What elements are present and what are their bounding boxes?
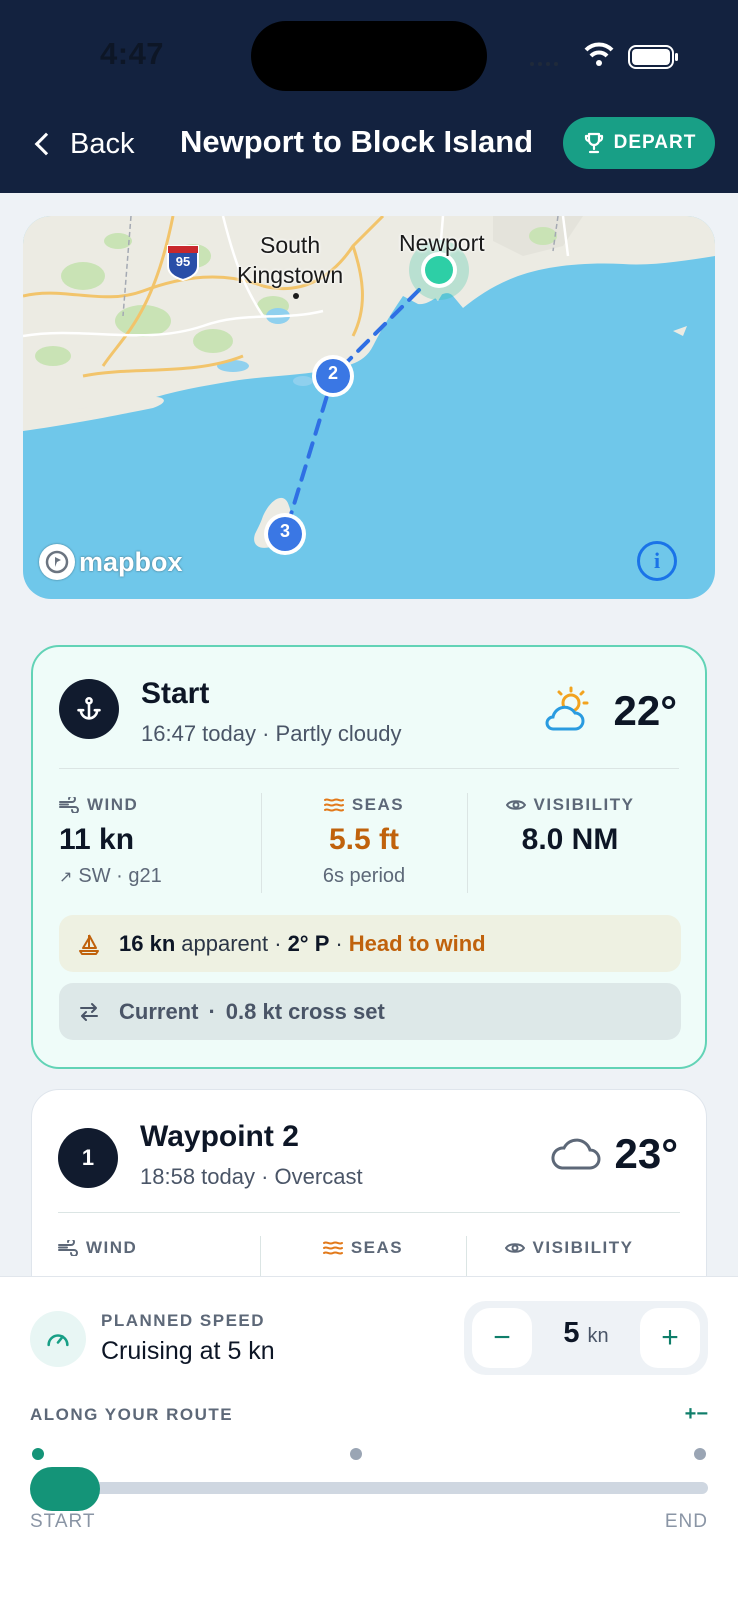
speed-stepper-value: 5 kn xyxy=(563,1317,609,1349)
apparent-wind-pill: 16 kn apparent · 2° P · Head to wind xyxy=(59,915,681,972)
visibility-stat: VISIBILITY xyxy=(466,1238,672,1258)
status-time: 4:47 xyxy=(100,36,165,71)
wind-label: WIND xyxy=(86,1238,138,1257)
speed-planner-panel: PLANNED SPEED Cruising at 5 kn − 5 kn + … xyxy=(0,1276,738,1600)
card-divider xyxy=(58,1212,680,1213)
card-title: Start xyxy=(141,677,210,710)
wind-icon xyxy=(59,797,79,813)
current-value: 0.8 kt cross set xyxy=(225,998,385,1024)
map-info-button[interactable]: i xyxy=(637,541,677,581)
route-map[interactable]: South Kingstown Newport 95 2 3 mapbox i xyxy=(23,216,715,599)
wind-stat: WIND 11 kn ↗ SW · g21 xyxy=(59,795,265,888)
route-stop-dot[interactable] xyxy=(694,1448,706,1460)
visibility-stat: VISIBILITY 8.0 NM xyxy=(467,795,673,857)
seas-stat: SEAS 5.5 ft 6s period xyxy=(261,795,467,888)
speed-stepper: − 5 kn + xyxy=(464,1301,708,1375)
mapbox-wordmark: mapbox xyxy=(79,546,183,577)
page-title: Newport to Block Island xyxy=(180,124,534,159)
card-title: Waypoint 2 xyxy=(140,1120,299,1153)
arrow-up-right-icon: ↗ xyxy=(59,869,73,886)
waypoint-marker-3[interactable]: 3 xyxy=(268,521,302,542)
status-icons xyxy=(530,40,710,70)
seas-value: 5.5 ft xyxy=(328,823,400,856)
chevron-left-icon xyxy=(34,132,58,156)
planned-speed-label: PLANNED SPEED xyxy=(101,1311,266,1330)
wind-direction: ↗ SW · g21 xyxy=(59,865,162,887)
current-label: Current xyxy=(119,998,199,1024)
map-label-newport: Newport xyxy=(399,230,485,256)
card-subtitle: 18:58 today · Overcast xyxy=(140,1164,363,1189)
cloud-icon xyxy=(550,1134,602,1179)
temperature: 23° xyxy=(614,1130,678,1177)
head-to-wind-warning: Head to wind xyxy=(348,930,486,956)
apparent-angle: 2° P xyxy=(287,930,330,956)
speedometer-badge xyxy=(30,1311,86,1367)
apparent-text: apparent · xyxy=(181,930,282,956)
increase-speed-button[interactable]: + xyxy=(640,1308,700,1368)
start-weather-card[interactable]: Start 16:47 today · Partly cloudy 22° WI… xyxy=(31,645,707,1069)
seas-period: 6s period xyxy=(322,865,406,887)
back-label: Back xyxy=(70,127,135,160)
anchor-icon xyxy=(77,696,101,720)
speedometer-icon xyxy=(47,1334,69,1347)
route-stop-dot[interactable] xyxy=(32,1448,44,1460)
slider-start-label: START xyxy=(30,1511,96,1532)
visibility-value: 8.0 NM xyxy=(521,823,619,856)
waves-icon xyxy=(323,798,344,812)
waves-icon xyxy=(322,1241,343,1255)
sailboat-icon xyxy=(79,934,99,955)
trophy-icon xyxy=(584,132,603,154)
route-toggle-button[interactable]: +− xyxy=(685,1403,708,1426)
anchor-badge xyxy=(59,679,119,739)
arrows-swap-icon xyxy=(80,1002,98,1021)
eye-icon xyxy=(504,1243,525,1253)
partly-cloudy-icon xyxy=(541,685,593,742)
map-label-south-kingstown: South Kingstown xyxy=(237,232,344,288)
slider-end-label: END xyxy=(664,1511,708,1532)
planned-speed-text: Cruising at 5 kn xyxy=(101,1337,275,1365)
route-slider-thumb[interactable] xyxy=(30,1467,100,1511)
apparent-speed: 16 kn xyxy=(119,930,176,956)
current-pill: Current · 0.8 kt cross set xyxy=(59,983,681,1040)
mapbox-logo-icon xyxy=(39,544,75,580)
waypoint-badge: 1 xyxy=(58,1128,118,1188)
route-slider-track[interactable] xyxy=(33,1482,708,1494)
card-subtitle: 16:47 today · Partly cloudy xyxy=(141,721,402,746)
dynamic-island xyxy=(251,21,487,91)
depart-button[interactable]: DEPART xyxy=(563,117,715,169)
decrease-speed-button[interactable]: − xyxy=(472,1308,532,1368)
seas-label: SEAS xyxy=(350,1238,404,1257)
visibility-label: VISIBILITY xyxy=(532,1238,634,1257)
temperature: 22° xyxy=(613,687,677,734)
current-sep: · xyxy=(208,998,216,1024)
wind-icon xyxy=(58,1240,78,1256)
seas-label: SEAS xyxy=(351,795,405,814)
wind-value: 11 kn xyxy=(59,823,135,856)
visibility-label: VISIBILITY xyxy=(533,795,635,814)
mapbox-attribution[interactable]: mapbox xyxy=(39,544,183,580)
interstate-label: 95 xyxy=(175,254,191,269)
wind-label: WIND xyxy=(87,795,139,814)
route-section-label: ALONG YOUR ROUTE xyxy=(30,1405,234,1424)
eye-icon xyxy=(505,800,526,810)
wind-stat: WIND xyxy=(58,1238,264,1258)
seas-stat: SEAS xyxy=(260,1238,466,1258)
map-canvas xyxy=(23,216,715,555)
route-stop-dot[interactable] xyxy=(350,1448,362,1460)
depart-label: DEPART xyxy=(613,132,697,153)
waypoint-marker-2[interactable]: 2 xyxy=(316,363,350,384)
back-button[interactable]: Back xyxy=(32,122,134,166)
apparent-sep: · xyxy=(335,930,343,956)
card-divider xyxy=(59,768,679,769)
